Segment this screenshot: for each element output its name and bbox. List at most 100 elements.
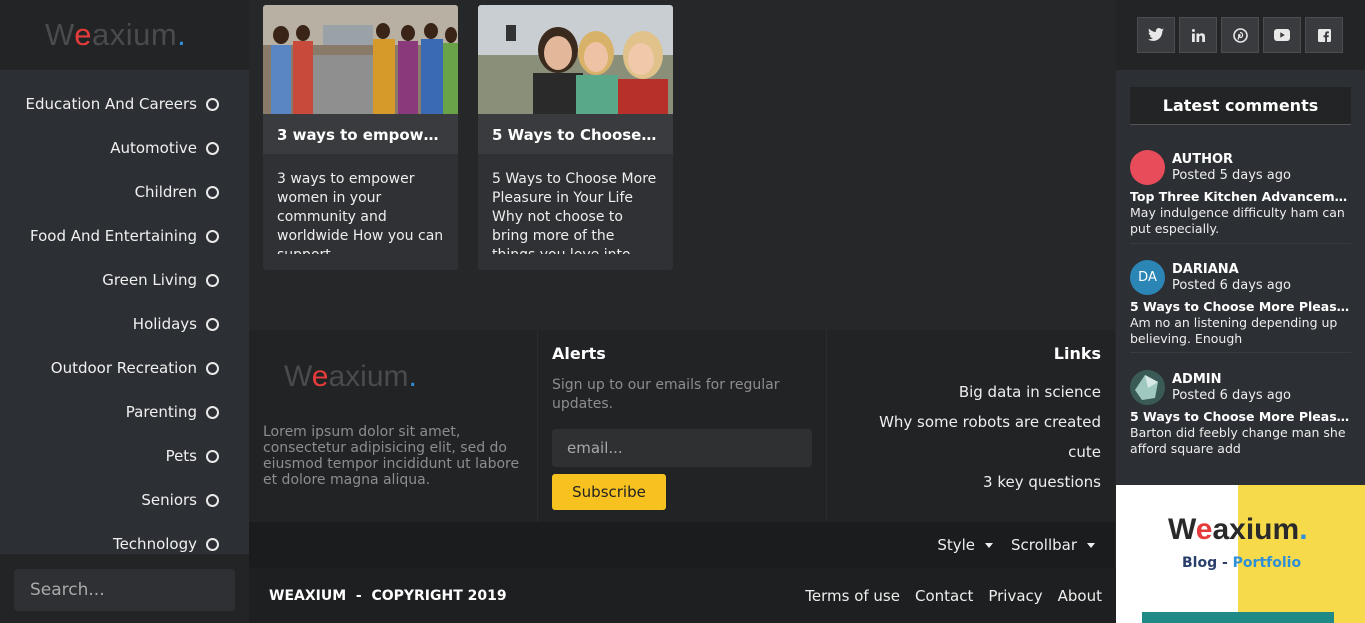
category-label: Green Living — [102, 271, 197, 289]
email-field[interactable] — [567, 439, 812, 457]
style-dropdown-label: Style — [937, 536, 975, 554]
category-item[interactable]: Education And Careers — [0, 82, 249, 126]
comment-meta: AUTHOR Posted 5 days ago — [1172, 152, 1291, 184]
comment-time: Posted 5 days ago — [1172, 167, 1291, 183]
circle-icon — [206, 229, 219, 243]
main-content: 3 ways to empower ... 3 ways to empower … — [249, 0, 1115, 330]
footer-link[interactable]: 3 key questions — [842, 467, 1101, 497]
facebook-icon[interactable] — [1305, 17, 1343, 53]
copyright: WEAXIUM - COPYRIGHT 2019 — [269, 587, 507, 604]
circle-icon — [206, 361, 219, 375]
style-bar: Style Scrollbar — [249, 522, 1115, 568]
caret-down-icon — [985, 542, 993, 548]
scrollbar-dropdown-label: Scrollbar — [1011, 536, 1077, 554]
footer-widgets: Weaxium. Lorem ipsum dolor sit amet, con… — [249, 330, 1115, 522]
ad-banner[interactable]: Weaxium. Blog - Portfolio — [1116, 485, 1365, 623]
comment-text: Am no an listening depending up believin… — [1130, 315, 1338, 346]
category-label: Seniors — [141, 491, 197, 509]
youtube-icon[interactable] — [1263, 17, 1301, 53]
bottom-links: Terms of use Contact Privacy About — [790, 587, 1102, 605]
comment-author[interactable]: AUTHOR — [1172, 152, 1291, 168]
ad-tag-portfolio: Portfolio — [1232, 555, 1302, 571]
privacy-link[interactable]: Privacy — [988, 587, 1042, 605]
category-label: Outdoor Recreation — [50, 359, 197, 377]
post-image[interactable] — [263, 5, 458, 114]
category-label: Education And Careers — [25, 95, 197, 113]
comment-meta: ADMIN Posted 6 days ago — [1172, 372, 1291, 404]
post-card[interactable]: 3 ways to empower ... 3 ways to empower … — [263, 5, 458, 270]
category-item[interactable]: Automotive — [0, 126, 249, 170]
search-input[interactable] — [30, 580, 249, 600]
ad-logo: Weaxium. — [1168, 513, 1308, 547]
terms-link[interactable]: Terms of use — [805, 587, 900, 605]
logo-letter-e: e — [311, 360, 329, 393]
circle-icon — [206, 449, 219, 463]
category-item[interactable]: Parenting — [0, 390, 249, 434]
post-card[interactable]: 5 Ways to Choose Mo... 5 Ways to Choose … — [478, 5, 673, 270]
logo-letter-e: e — [74, 17, 92, 52]
category-item[interactable]: Children — [0, 170, 249, 214]
ad-tagline: Blog - Portfolio — [1182, 555, 1301, 571]
about-link[interactable]: About — [1058, 587, 1102, 605]
contact-link[interactable]: Contact — [915, 587, 973, 605]
category-label: Food And Entertaining — [30, 227, 197, 245]
alerts-title: Alerts — [552, 344, 606, 363]
category-item[interactable]: Seniors — [0, 478, 249, 522]
comment-text: Barton did feebly change man she afford … — [1130, 425, 1346, 456]
comment-meta: DARIANA Posted 6 days ago — [1172, 262, 1291, 294]
style-dropdown[interactable]: Style — [937, 536, 993, 554]
category-item[interactable]: Pets — [0, 434, 249, 478]
footer-link[interactable]: Big data in science — [842, 377, 1101, 407]
circle-icon — [206, 537, 219, 551]
ad-logo-dot: . — [1299, 513, 1308, 546]
comment-author[interactable]: DARIANA — [1172, 262, 1291, 278]
social-links — [1116, 0, 1365, 70]
category-label: Pets — [165, 447, 197, 465]
category-item[interactable]: Outdoor Recreation — [0, 346, 249, 390]
footer-alerts: Alerts Sign up to our emails for regular… — [537, 330, 827, 522]
footer-logo[interactable]: Weaxium. — [284, 360, 522, 394]
comment-item[interactable]: ADMIN Posted 6 days ago 5 Ways to Choose… — [1130, 370, 1351, 457]
ad-yellow-panel — [1238, 485, 1365, 623]
post-image[interactable] — [478, 5, 673, 114]
footer-description: Lorem ipsum dolor sit amet, consectetur … — [263, 424, 520, 488]
category-list: Education And Careers Automotive Childre… — [0, 70, 249, 566]
comment-author[interactable]: ADMIN — [1172, 372, 1291, 388]
site-logo[interactable]: Weaxium. — [45, 17, 186, 53]
latest-comments-title: Latest comments — [1130, 87, 1351, 125]
subscribe-button[interactable]: Subscribe — [552, 474, 666, 510]
comment-post-title[interactable]: Top Three Kitchen Advancements fo... — [1130, 189, 1351, 205]
category-item[interactable]: Green Living — [0, 258, 249, 302]
category-label: Children — [134, 183, 197, 201]
circle-icon — [206, 317, 219, 331]
ad-tag-blog: Blog - — [1182, 555, 1233, 571]
post-title[interactable]: 3 ways to empower ... — [263, 114, 458, 154]
search-box — [14, 569, 264, 611]
comment-time: Posted 6 days ago — [1172, 277, 1291, 293]
comment-item[interactable]: DA DARIANA Posted 6 days ago 5 Ways to C… — [1130, 260, 1351, 353]
logo-letter-w: W — [284, 360, 312, 393]
footer-links: Links Big data in science Why some robot… — [828, 330, 1115, 522]
comment-post-title[interactable]: 5 Ways to Choose More Pleasure in ... — [1130, 409, 1351, 425]
avatar: DA — [1130, 260, 1165, 295]
avatar — [1130, 150, 1165, 185]
pinterest-icon[interactable] — [1221, 17, 1259, 53]
linkedin-icon[interactable] — [1179, 17, 1217, 53]
links-list: Big data in science Why some robots are … — [842, 377, 1101, 497]
category-item[interactable]: Food And Entertaining — [0, 214, 249, 258]
footer-link[interactable]: Why some robots are created cute — [842, 407, 1101, 467]
twitter-icon[interactable] — [1137, 17, 1175, 53]
ad-button[interactable] — [1142, 612, 1334, 623]
comment-time: Posted 6 days ago — [1172, 387, 1291, 403]
alerts-subtitle: Sign up to our emails for regular update… — [552, 377, 780, 412]
bottom-bar: WEAXIUM - COPYRIGHT 2019 Terms of use Co… — [249, 568, 1116, 623]
category-label: Parenting — [125, 403, 197, 421]
comment-post-title[interactable]: 5 Ways to Choose More Pleasure in ... — [1130, 299, 1351, 315]
scrollbar-dropdown[interactable]: Scrollbar — [1011, 536, 1095, 554]
category-label: Holidays — [132, 315, 197, 333]
circle-icon — [206, 493, 219, 507]
category-item[interactable]: Holidays — [0, 302, 249, 346]
comment-item[interactable]: AUTHOR Posted 5 days ago Top Three Kitch… — [1130, 150, 1351, 244]
post-title[interactable]: 5 Ways to Choose Mo... — [478, 114, 673, 154]
links-title: Links — [1053, 344, 1101, 363]
